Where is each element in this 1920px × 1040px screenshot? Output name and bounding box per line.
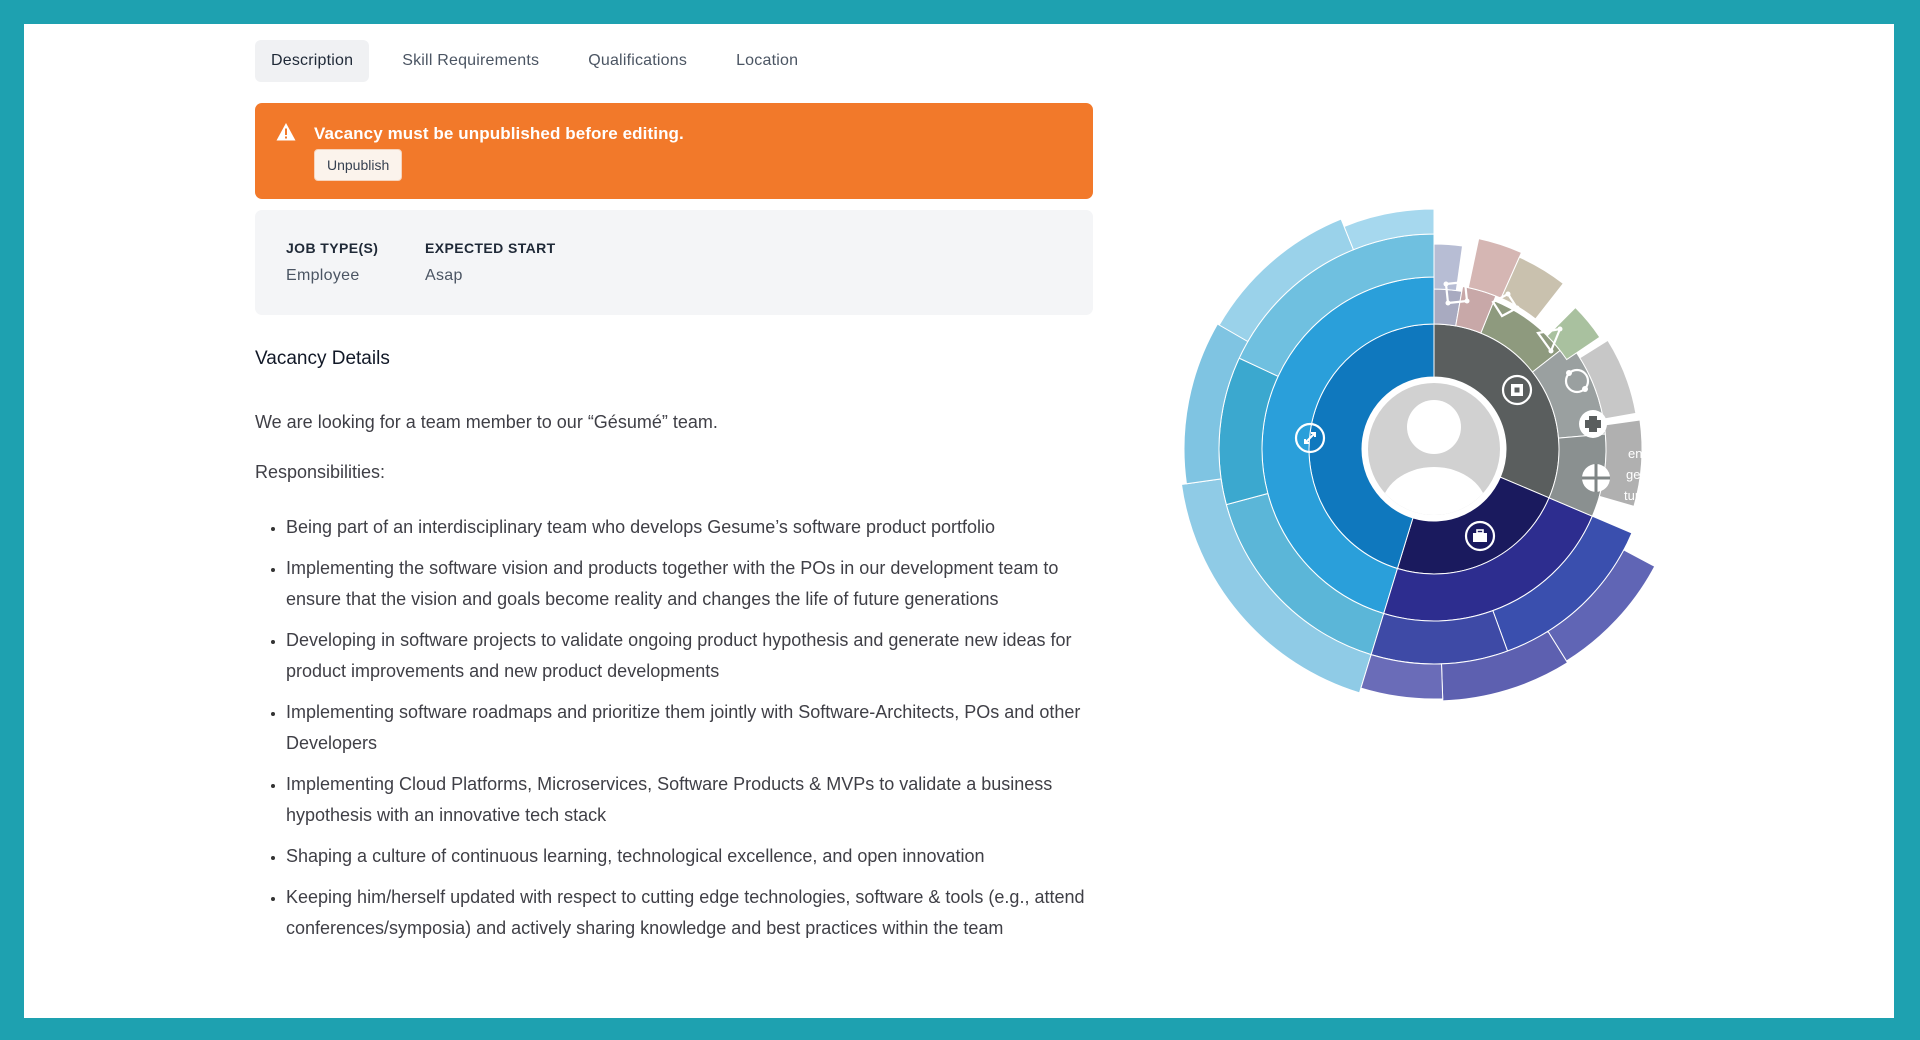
app-frame: Description Skill Requirements Qualifica… bbox=[24, 24, 1894, 1018]
list-item: Keeping him/herself updated with respect… bbox=[286, 882, 1115, 944]
list-item: Being part of an interdisciplinary team … bbox=[286, 512, 1115, 543]
tab-location[interactable]: Location bbox=[720, 40, 814, 82]
responsibilities-label: Responsibilities: bbox=[255, 462, 386, 482]
language-label-eng: eng bbox=[1628, 446, 1650, 461]
puzzle-icon bbox=[1579, 410, 1607, 438]
tab-skill-requirements[interactable]: Skill Requirements bbox=[386, 40, 555, 82]
skills-sunburst: eng ger tur bbox=[1180, 208, 1656, 702]
tab-bar: Description Skill Requirements Qualifica… bbox=[255, 40, 831, 82]
expected-start-value: Asap bbox=[425, 267, 463, 284]
vacancy-description: We are looking for a team member to our … bbox=[255, 412, 1115, 954]
list-item: Implementing the software vision and pro… bbox=[286, 553, 1115, 615]
language-labels: eng ger tur bbox=[1624, 446, 1650, 503]
job-type-value: Employee bbox=[286, 267, 360, 284]
language-label-tur: tur bbox=[1624, 488, 1640, 503]
list-item: Developing in software projects to valid… bbox=[286, 625, 1115, 687]
vacancy-details-heading: Vacancy Details bbox=[255, 348, 390, 369]
list-item: Shaping a culture of continuous learning… bbox=[286, 841, 1115, 872]
warning-icon bbox=[276, 123, 296, 141]
responsibilities-list: Being part of an interdisciplinary team … bbox=[255, 512, 1115, 944]
tab-qualifications[interactable]: Qualifications bbox=[572, 40, 703, 82]
tab-description[interactable]: Description bbox=[255, 40, 370, 82]
expected-start-field: EXPECTED START Asap bbox=[425, 240, 556, 285]
alert-message: Vacancy must be unpublished before editi… bbox=[314, 124, 684, 143]
job-info-card: JOB TYPE(S) Employee EXPECTED START Asap bbox=[255, 210, 1093, 315]
job-type-label: JOB TYPE(S) bbox=[286, 240, 379, 256]
job-type-field: JOB TYPE(S) Employee bbox=[286, 240, 378, 285]
intro-text: We are looking for a team member to our … bbox=[255, 412, 718, 432]
unpublish-button[interactable]: Unpublish bbox=[314, 149, 403, 181]
list-item: Implementing Cloud Platforms, Microservi… bbox=[286, 769, 1115, 831]
language-label-ger: ger bbox=[1626, 467, 1645, 482]
expected-start-label: EXPECTED START bbox=[425, 240, 556, 256]
globe-icon bbox=[1582, 464, 1610, 492]
list-item: Implementing software roadmaps and prior… bbox=[286, 697, 1115, 759]
unpublish-alert: Vacancy must be unpublished before editi… bbox=[255, 103, 1093, 199]
